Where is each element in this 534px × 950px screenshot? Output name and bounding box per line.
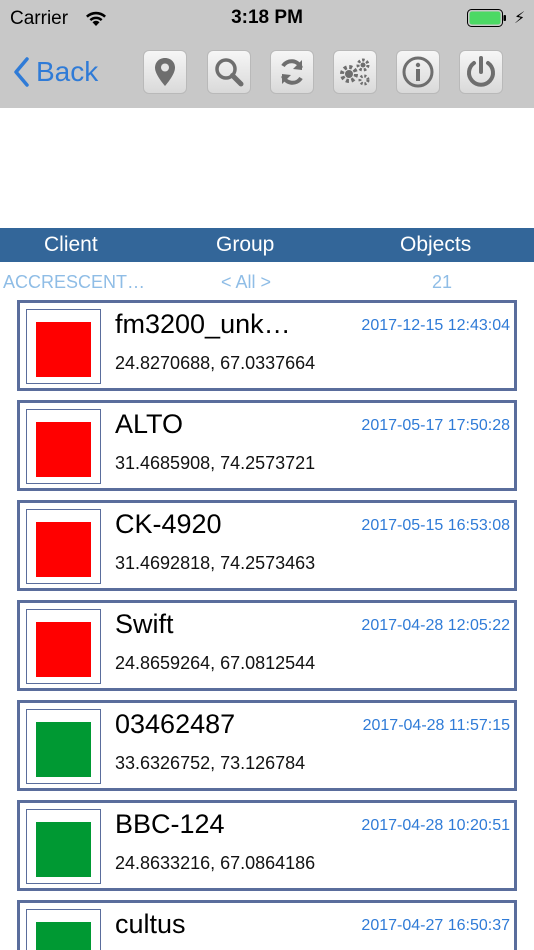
object-timestamp: 2017-04-28 10:20:51 (361, 817, 510, 834)
object-coordinates: 33.6326752, 73.126784 (115, 753, 306, 773)
settings-gears-icon (340, 58, 370, 86)
location-pin-icon (155, 58, 175, 86)
object-name: fm3200_unk… (115, 309, 291, 339)
object-timestamp: 2017-04-28 11:57:15 (362, 717, 510, 734)
object-name: Swift (115, 609, 174, 639)
status-indicator-frame (26, 309, 101, 384)
status-indicator-frame (26, 909, 101, 950)
battery-icon (467, 9, 507, 27)
location-button[interactable] (143, 50, 187, 94)
filter-row: ACCRESCENT… < All > 21 (0, 268, 534, 296)
object-timestamp: 2017-04-28 12:05:22 (361, 617, 510, 634)
charging-bolt-icon: ⚡ (514, 10, 526, 27)
object-name: CK-4920 (115, 509, 222, 539)
client-filter[interactable]: ACCRESCENT… (3, 272, 145, 293)
objects-column-header: Objects (400, 233, 472, 256)
status-color-square (36, 422, 91, 477)
client-column-header: Client (44, 233, 98, 256)
status-color-square (36, 822, 91, 877)
group-filter[interactable]: < All > (221, 272, 271, 293)
status-color-square (36, 522, 91, 577)
status-color-square (36, 722, 91, 777)
objects-count: 21 (432, 272, 453, 292)
object-timestamp: 2017-05-15 16:53:08 (361, 517, 510, 534)
object-name: 03462487 (115, 709, 236, 739)
object-coordinates: 24.8270688, 67.0337664 (115, 353, 316, 373)
list-item[interactable]: CK-4920 31.4692818, 74.2573463 2017-05-1… (17, 500, 517, 591)
list-item[interactable]: BBC-124 24.8633216, 67.0864186 2017-04-2… (17, 800, 517, 891)
object-coordinates: 24.8633216, 67.0864186 (115, 853, 316, 873)
back-label: Back (36, 56, 99, 87)
object-timestamp: 2017-04-27 16:50:37 (361, 917, 510, 934)
list-item[interactable]: 03462487 33.6326752, 73.126784 2017-04-2… (17, 700, 517, 791)
object-list[interactable]: fm3200_unk… 24.8270688, 67.0337664 2017-… (0, 300, 534, 950)
object-name: BBC-124 (115, 809, 225, 839)
column-header: Client Group Objects (0, 228, 534, 262)
power-icon (467, 56, 495, 87)
object-coordinates: 31.4685908, 74.2573721 (115, 453, 316, 473)
status-indicator-frame (26, 709, 101, 784)
list-item[interactable]: fm3200_unk… 24.8270688, 67.0337664 2017-… (17, 300, 517, 391)
object-coordinates: 31.4692818, 74.2573463 (115, 553, 316, 573)
list-item[interactable]: cultus 2017-04-27 16:50:37 (17, 900, 517, 950)
group-column-header: Group (216, 233, 275, 256)
back-button[interactable]: Back (12, 50, 98, 94)
status-bar: Carrier 3:18 PM ⚡ (0, 0, 534, 36)
settings-button[interactable] (333, 50, 377, 94)
status-indicator-frame (26, 409, 101, 484)
status-indicator-frame (26, 609, 101, 684)
status-indicator-frame (26, 809, 101, 884)
object-coordinates: 24.8659264, 67.0812544 (115, 653, 316, 673)
refresh-icon (281, 59, 303, 85)
status-color-square (36, 922, 91, 950)
object-timestamp: 2017-12-15 12:43:04 (361, 317, 510, 334)
object-name: cultus (115, 909, 186, 939)
status-color-square (36, 322, 91, 377)
status-color-square (36, 622, 91, 677)
object-timestamp: 2017-05-17 17:50:28 (361, 417, 510, 434)
toolbar: Back (0, 36, 534, 108)
info-icon (402, 56, 434, 88)
search-button[interactable] (207, 50, 251, 94)
list-item[interactable]: Swift 24.8659264, 67.0812544 2017-04-28 … (17, 600, 517, 691)
status-indicator-frame (26, 509, 101, 584)
clock-time: 3:18 PM (231, 7, 303, 28)
info-button[interactable] (396, 50, 440, 94)
chevron-left-icon (14, 57, 29, 87)
refresh-button[interactable] (270, 50, 314, 94)
search-icon (215, 58, 244, 87)
object-name: ALTO (115, 409, 184, 439)
power-button[interactable] (459, 50, 503, 94)
list-item[interactable]: ALTO 31.4685908, 74.2573721 2017-05-17 1… (17, 400, 517, 491)
